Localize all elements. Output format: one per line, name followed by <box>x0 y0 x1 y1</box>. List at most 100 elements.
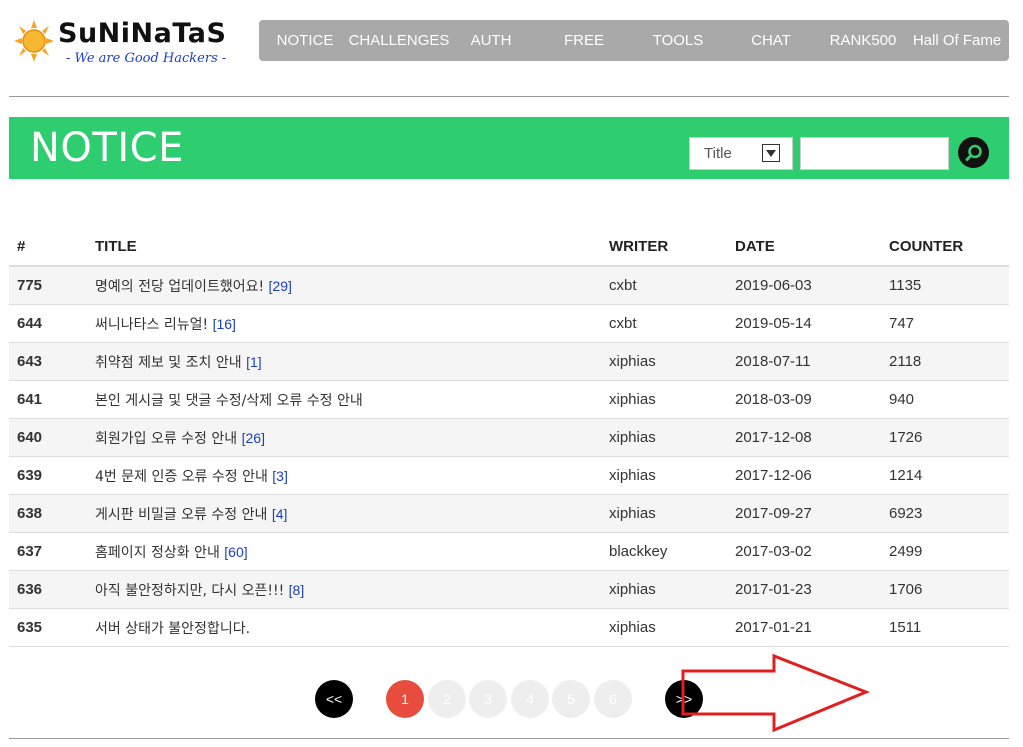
row-writer: cxbt <box>609 266 735 305</box>
table-row[interactable]: 775 명예의 전당 업데이트했어요! [29] cxbt 2019-06-03… <box>9 266 1009 305</box>
row-title-link[interactable]: 명예의 전당 업데이트했어요! <box>95 279 264 295</box>
row-title-cell[interactable]: 명예의 전당 업데이트했어요! [29] <box>95 266 609 305</box>
row-date: 2017-01-21 <box>735 608 889 647</box>
row-title-cell[interactable]: 게시판 비밀글 오류 수정 안내 [4] <box>95 494 609 533</box>
search-button[interactable] <box>958 137 989 168</box>
row-writer: cxbt <box>609 304 735 343</box>
bottom-divider <box>9 738 1009 739</box>
page-5-button[interactable]: 5 <box>552 680 590 718</box>
row-num: 641 <box>9 380 95 419</box>
row-counter: 1135 <box>889 266 1009 305</box>
row-counter: 1706 <box>889 570 1009 609</box>
notice-table: # TITLE WRITER DATE COUNTER 775 명예의 전당 업… <box>9 227 1009 647</box>
logo-title: SuNiNaTaS <box>58 18 227 49</box>
row-title-cell[interactable]: 아직 불안정하지만, 다시 오픈!!! [8] <box>95 570 609 609</box>
row-counter: 747 <box>889 304 1009 343</box>
row-counter: 1214 <box>889 456 1009 495</box>
nav-hall-of-fame[interactable]: Hall Of Fame <box>907 20 1007 61</box>
nav-chat[interactable]: CHAT <box>723 20 819 61</box>
table-row[interactable]: 644 써니나타스 리뉴얼! [16] cxbt 2019-05-14 747 <box>9 304 1009 343</box>
row-title-link[interactable]: 아직 불안정하지만, 다시 오픈!!! <box>95 583 284 599</box>
row-comment-count: [8] <box>288 581 305 598</box>
row-comment-count: [4] <box>271 505 288 522</box>
row-title-link[interactable]: 취약점 제보 및 조치 안내 <box>95 355 242 371</box>
page-4-button[interactable]: 4 <box>511 680 549 718</box>
row-title-link[interactable]: 써니나타스 리뉴얼! <box>95 317 208 333</box>
row-counter: 2118 <box>889 342 1009 381</box>
row-num: 643 <box>9 342 95 381</box>
row-title-cell[interactable]: 서버 상태가 불안정합니다. <box>95 608 609 647</box>
main-nav: NOTICE CHALLENGES AUTH FREE TOOLS CHAT R… <box>259 20 1009 61</box>
search-field-value: Title <box>704 145 732 162</box>
page-6-button[interactable]: 6 <box>594 680 632 718</box>
page-3-button[interactable]: 3 <box>469 680 507 718</box>
row-title-cell[interactable]: 4번 문제 인증 오류 수정 안내 [3] <box>95 456 609 495</box>
row-date: 2017-01-23 <box>735 570 889 609</box>
row-title-link[interactable]: 홈페이지 정상화 안내 <box>95 545 220 561</box>
row-writer: xiphias <box>609 418 735 457</box>
nav-auth[interactable]: AUTH <box>447 20 535 61</box>
nav-free[interactable]: FREE <box>535 20 633 61</box>
row-date: 2017-12-08 <box>735 418 889 457</box>
row-title-link[interactable]: 4번 문제 인증 오류 수정 안내 <box>95 469 268 485</box>
row-comment-count: [16] <box>212 315 236 332</box>
sun-icon <box>14 20 54 62</box>
table-row[interactable]: 636 아직 불안정하지만, 다시 오픈!!! [8] xiphias 2017… <box>9 570 1009 609</box>
row-writer: xiphias <box>609 380 735 419</box>
table-row[interactable]: 640 회원가입 오류 수정 안내 [26] xiphias 2017-12-0… <box>9 418 1009 457</box>
row-writer: xiphias <box>609 570 735 609</box>
page-1-button[interactable]: 1 <box>386 680 424 718</box>
site-logo[interactable]: SuNiNaTaS - We are Good Hackers - <box>14 18 226 68</box>
next-page-button[interactable]: >> <box>665 680 703 718</box>
row-title-cell[interactable]: 본인 게시글 및 댓글 수정/삭제 오류 수정 안내 <box>95 380 609 419</box>
row-title-link[interactable]: 본인 게시글 및 댓글 수정/삭제 오류 수정 안내 <box>95 393 363 409</box>
row-writer: xiphias <box>609 494 735 533</box>
row-counter: 1726 <box>889 418 1009 457</box>
table-row[interactable]: 635 서버 상태가 불안정합니다. xiphias 2017-01-21 15… <box>9 608 1009 647</box>
row-counter: 2499 <box>889 532 1009 571</box>
row-date: 2017-12-06 <box>735 456 889 495</box>
row-title-cell[interactable]: 취약점 제보 및 조치 안내 [1] <box>95 342 609 381</box>
col-header-num: # <box>9 227 95 267</box>
row-title-cell[interactable]: 홈페이지 정상화 안내 [60] <box>95 532 609 571</box>
col-header-counter: COUNTER <box>889 227 1009 267</box>
row-num: 637 <box>9 532 95 571</box>
table-row[interactable]: 639 4번 문제 인증 오류 수정 안내 [3] xiphias 2017-1… <box>9 456 1009 495</box>
col-header-title: TITLE <box>95 227 609 267</box>
row-comment-count: [29] <box>268 277 292 294</box>
top-divider <box>9 96 1009 97</box>
table-row[interactable]: 643 취약점 제보 및 조치 안내 [1] xiphias 2018-07-1… <box>9 342 1009 381</box>
nav-notice[interactable]: NOTICE <box>259 20 351 61</box>
row-num: 640 <box>9 418 95 457</box>
row-title-cell[interactable]: 회원가입 오류 수정 안내 [26] <box>95 418 609 457</box>
row-counter: 940 <box>889 380 1009 419</box>
prev-page-button[interactable]: << <box>315 680 353 718</box>
row-title-cell[interactable]: 써니나타스 리뉴얼! [16] <box>95 304 609 343</box>
nav-tools[interactable]: TOOLS <box>633 20 723 61</box>
table-row[interactable]: 638 게시판 비밀글 오류 수정 안내 [4] xiphias 2017-09… <box>9 494 1009 533</box>
row-num: 639 <box>9 456 95 495</box>
row-writer: xiphias <box>609 608 735 647</box>
logo-tagline: - We are Good Hackers - <box>66 51 227 66</box>
row-date: 2018-07-11 <box>735 342 889 381</box>
col-header-date: DATE <box>735 227 889 267</box>
page-title: NOTICE <box>30 125 184 171</box>
page-2-button[interactable]: 2 <box>428 680 466 718</box>
row-title-link[interactable]: 서버 상태가 불안정합니다. <box>95 621 250 637</box>
row-title-link[interactable]: 회원가입 오류 수정 안내 <box>95 431 237 447</box>
table-row[interactable]: 641 본인 게시글 및 댓글 수정/삭제 오류 수정 안내 xiphias 2… <box>9 380 1009 419</box>
nav-challenges[interactable]: CHALLENGES <box>349 20 450 61</box>
search-input[interactable] <box>800 137 949 170</box>
row-comment-count: [60] <box>224 543 248 560</box>
table-row[interactable]: 637 홈페이지 정상화 안내 [60] blackkey 2017-03-02… <box>9 532 1009 571</box>
row-num: 636 <box>9 570 95 609</box>
col-header-writer: WRITER <box>609 227 735 267</box>
row-writer: blackkey <box>609 532 735 571</box>
row-date: 2018-03-09 <box>735 380 889 419</box>
row-num: 775 <box>9 266 95 305</box>
row-title-link[interactable]: 게시판 비밀글 오류 수정 안내 <box>95 507 267 523</box>
row-date: 2019-06-03 <box>735 266 889 305</box>
search-field-select[interactable]: Title <box>689 137 793 170</box>
row-counter: 6923 <box>889 494 1009 533</box>
nav-rank500[interactable]: RANK500 <box>819 20 907 61</box>
